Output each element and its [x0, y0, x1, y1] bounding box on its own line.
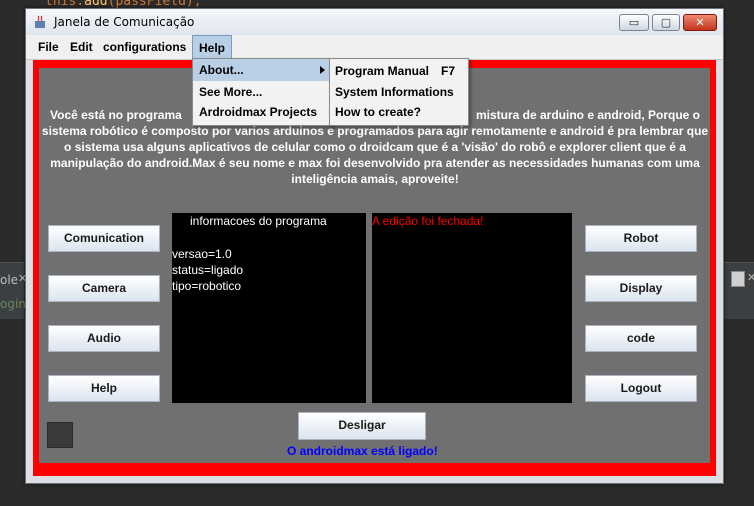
- code-button[interactable]: code: [585, 325, 697, 352]
- maximize-button[interactable]: ▢: [652, 14, 680, 31]
- help-dropdown: About... See More... Ardroidmax Projects: [192, 58, 332, 126]
- minimize-button[interactable]: ▭: [619, 14, 649, 31]
- logout-button[interactable]: Logout: [585, 375, 697, 402]
- info-tipo: tipo=robotico: [172, 279, 242, 293]
- minimize-icon: ▭: [628, 16, 640, 29]
- audio-button[interactable]: Audio: [48, 325, 160, 352]
- close-icon: ✕: [695, 16, 705, 29]
- info-versao: versao=1.0: [172, 247, 232, 261]
- info-panel-title: informacoes do programa: [190, 214, 327, 228]
- ide-right-tab[interactable]: ✕: [723, 262, 754, 319]
- menu-file[interactable]: File: [32, 35, 65, 59]
- window-title: Janela de Comunicação: [54, 15, 195, 29]
- edit-panel[interactable]: A edição foi fechada!: [372, 213, 572, 403]
- menu-item-about[interactable]: About...: [193, 59, 331, 81]
- menu-item-about-label: About...: [199, 63, 244, 77]
- close-button[interactable]: ✕: [683, 14, 717, 31]
- menu-item-how-to-create[interactable]: How to create?: [335, 105, 421, 119]
- menu-item-see-more[interactable]: See More...: [199, 85, 262, 99]
- camera-button[interactable]: Camera: [48, 275, 160, 302]
- menu-bar: File Edit configurations Help: [26, 35, 723, 60]
- description-line1-right: mistura de arduino e android, Porque o: [475, 108, 700, 122]
- desligar-button[interactable]: Desligar: [298, 412, 426, 440]
- description-line1-left: Você está no programa: [50, 108, 182, 122]
- edit-closed-message: A edição foi fechada!: [372, 214, 484, 228]
- program-manual-shortcut: F7: [441, 64, 456, 78]
- comunication-button[interactable]: Comunication: [48, 225, 160, 252]
- about-submenu: Program Manual F7 System Informations Ho…: [329, 58, 469, 126]
- status-message: O androidmax está ligado!: [287, 444, 438, 458]
- menu-item-program-manual[interactable]: Program Manual: [335, 64, 429, 78]
- java-icon: [35, 15, 45, 28]
- ide-left-tab-sublabel: ogin: [0, 297, 26, 311]
- ide-left-tab[interactable]: ole ogin: [0, 262, 26, 319]
- menu-edit[interactable]: Edit: [64, 35, 99, 59]
- description-line4: manipulação do android.Max é seu nome e …: [50, 156, 700, 170]
- document-icon: [731, 271, 745, 287]
- robot-button[interactable]: Robot: [585, 225, 697, 252]
- help-button[interactable]: Help: [48, 375, 160, 402]
- description-line5: inteligência amais, aproveite!: [291, 172, 459, 186]
- info-status: status=ligado: [172, 263, 244, 277]
- menu-item-system-informations[interactable]: System Informations: [335, 85, 454, 99]
- indicator-square: [47, 422, 73, 448]
- close-icon[interactable]: ✕: [747, 271, 754, 284]
- menu-item-projects[interactable]: Ardroidmax Projects: [199, 105, 317, 119]
- description-line3: o sistema usa alguns aplicativos de celu…: [64, 140, 686, 154]
- title-bar[interactable]: Janela de Comunicação ▭ ▢ ✕: [26, 9, 723, 35]
- display-button[interactable]: Display: [585, 275, 697, 302]
- ide-left-tab-label: ole: [0, 273, 19, 287]
- submenu-arrow-icon: [320, 66, 325, 74]
- maximize-icon: ▢: [660, 16, 672, 29]
- menu-configurations[interactable]: configurations: [97, 35, 192, 59]
- menu-help[interactable]: Help: [192, 35, 233, 59]
- program-info-panel[interactable]: informacoes do programa versao=1.0 statu…: [172, 213, 366, 403]
